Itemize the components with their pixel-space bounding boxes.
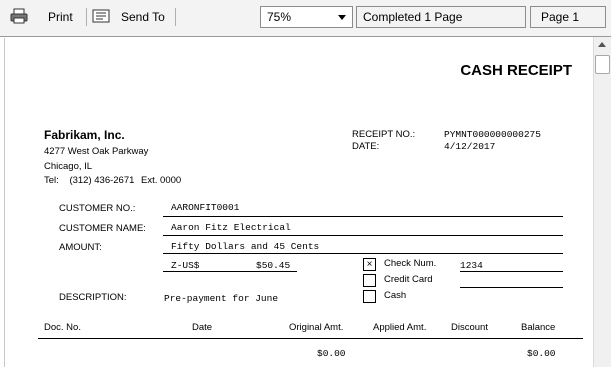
column-header-date: Date	[192, 322, 213, 333]
original-amt-total: $0.00	[317, 348, 346, 359]
toolbar-separator	[86, 8, 87, 26]
print-label: Print	[48, 10, 73, 24]
printer-icon	[10, 8, 32, 27]
customer-no-value: AARONFIT0001	[171, 202, 240, 213]
amount-words-value: Fifty Dollars and 45 Cents	[171, 241, 320, 252]
amount-value: $50.45	[256, 260, 291, 271]
vertical-scrollbar[interactable]	[593, 37, 611, 367]
check-number-value: 1234	[460, 260, 483, 271]
customer-name-value: Aaron Fitz Electrical	[171, 222, 291, 233]
status-field: Completed 1 Page	[356, 6, 526, 28]
field-underline	[163, 216, 563, 217]
check-num-checkbox[interactable]: ×	[363, 258, 376, 271]
receipt-title: CASH RECEIPT	[460, 62, 572, 79]
field-underline	[163, 235, 563, 236]
report-viewer[interactable]: CASH RECEIPT Fabrikam, Inc. 4277 West Oa…	[0, 37, 611, 367]
column-header-applied-amt: Applied Amt.	[373, 322, 427, 333]
column-header-balance: Balance	[521, 322, 556, 333]
send-to-icon	[92, 9, 114, 26]
balance-total: $0.00	[527, 348, 556, 359]
description-label: DESCRIPTION:	[59, 292, 127, 303]
column-header-discount: Discount	[451, 322, 488, 333]
table-header-rule	[38, 338, 583, 339]
page-indicator-text: Page 1	[541, 10, 580, 24]
send-to-label: Send To	[121, 10, 165, 24]
receipt-no-value: PYMNT000000000275	[444, 129, 541, 140]
date-value: 4/12/2017	[444, 141, 496, 152]
send-to-button[interactable]: Send To	[92, 6, 165, 28]
check-num-label: Check Num.	[384, 258, 437, 269]
customer-name-label: CUSTOMER NAME:	[59, 223, 146, 234]
column-header-doc-no: Doc. No.	[44, 322, 81, 333]
field-underline	[460, 271, 563, 272]
print-button[interactable]: Print	[10, 6, 73, 28]
phone-label: Tel:	[44, 175, 59, 186]
customer-no-label: CUSTOMER NO.:	[59, 203, 136, 214]
receipt-no-label: RECEIPT NO.:	[352, 129, 416, 140]
zoom-dropdown[interactable]: 75%	[260, 6, 353, 28]
field-underline	[163, 253, 563, 254]
field-underline	[460, 287, 563, 288]
phone-extension: Ext. 0000	[141, 175, 182, 186]
currency-value: Z-US$	[171, 260, 200, 271]
credit-card-label: Credit Card	[384, 274, 433, 285]
phone-number: (312) 436-2671	[69, 175, 135, 186]
zoom-value: 75%	[267, 10, 292, 24]
page-indicator: Page 1	[530, 6, 606, 28]
company-phone-row: Tel: (312) 436-2671 Ext. 0000	[44, 175, 181, 186]
credit-card-checkbox[interactable]	[363, 274, 376, 287]
amount-label: AMOUNT:	[59, 242, 102, 253]
column-header-original-amt: Original Amt.	[289, 322, 344, 333]
cash-checkbox[interactable]	[363, 290, 376, 303]
toolbar-separator	[175, 8, 176, 26]
scroll-up-arrow-icon[interactable]	[598, 42, 606, 47]
description-value: Pre-payment for June	[164, 293, 279, 304]
report-page: CASH RECEIPT Fabrikam, Inc. 4277 West Oa…	[4, 38, 595, 367]
chevron-down-icon	[338, 15, 346, 20]
company-name: Fabrikam, Inc.	[44, 128, 125, 142]
company-address-line1: 4277 West Oak Parkway	[44, 146, 149, 157]
scrollbar-thumb[interactable]	[595, 55, 610, 74]
report-toolbar: Print Send To 75% Completed 1 Page Page …	[0, 0, 611, 37]
company-address-line2: Chicago, IL	[44, 161, 93, 172]
status-text: Completed 1 Page	[363, 10, 463, 24]
date-label: DATE:	[352, 141, 380, 152]
cash-label: Cash	[384, 290, 407, 301]
field-underline	[163, 271, 297, 272]
